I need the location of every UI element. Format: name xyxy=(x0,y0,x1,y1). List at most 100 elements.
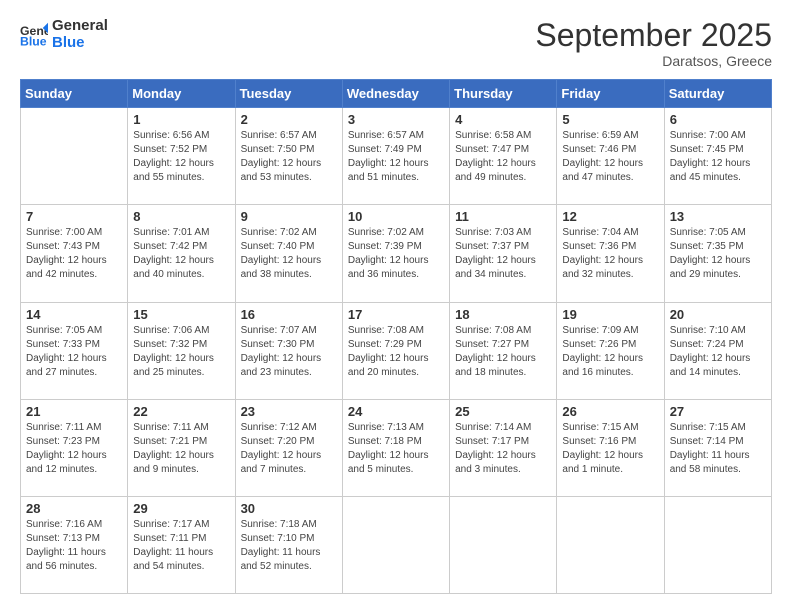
day-number: 8 xyxy=(133,209,229,224)
day-info: Sunrise: 7:04 AM Sunset: 7:36 PM Dayligh… xyxy=(562,226,658,282)
weekday-header-thursday: Thursday xyxy=(450,80,557,108)
day-number: 27 xyxy=(670,404,766,419)
calendar-cell: 22 Sunrise: 7:11 AM Sunset: 7:21 PM Dayli… xyxy=(128,399,235,496)
weekday-header-wednesday: Wednesday xyxy=(342,80,449,108)
calendar-cell: 17 Sunrise: 7:08 AM Sunset: 7:29 PM Dayli… xyxy=(342,302,449,399)
day-number: 7 xyxy=(26,209,122,224)
calendar-cell: 27 Sunrise: 7:15 AM Sunset: 7:14 PM Dayli… xyxy=(664,399,771,496)
day-info: Sunrise: 6:57 AM Sunset: 7:49 PM Dayligh… xyxy=(348,129,444,185)
calendar-cell: 1 Sunrise: 6:56 AM Sunset: 7:52 PM Daylig… xyxy=(128,108,235,205)
calendar-cell: 23Sunrise: 7:12 AM Sunset: 7:20 PM Dayli… xyxy=(235,399,342,496)
day-info: Sunrise: 7:09 AM Sunset: 7:26 PM Dayligh… xyxy=(562,324,658,380)
weekday-header-monday: Monday xyxy=(128,80,235,108)
day-number: 24 xyxy=(348,404,444,419)
calendar-cell: 7 Sunrise: 7:00 AM Sunset: 7:43 PM Daylig… xyxy=(21,205,128,302)
day-info: Sunrise: 7:05 AM Sunset: 7:35 PM Dayligh… xyxy=(670,226,766,282)
calendar-cell: 20Sunrise: 7:10 AM Sunset: 7:24 PM Dayli… xyxy=(664,302,771,399)
calendar-cell: 5Sunrise: 6:59 AM Sunset: 7:46 PM Daylig… xyxy=(557,108,664,205)
weekday-header-saturday: Saturday xyxy=(664,80,771,108)
location: Daratsos, Greece xyxy=(535,53,772,69)
calendar-cell: 11 Sunrise: 7:03 AM Sunset: 7:37 PM Dayli… xyxy=(450,205,557,302)
day-info: Sunrise: 7:06 AM Sunset: 7:32 PM Dayligh… xyxy=(133,324,229,380)
calendar-cell: 24 Sunrise: 7:13 AM Sunset: 7:18 PM Dayli… xyxy=(342,399,449,496)
week-row-5: 28 Sunrise: 7:16 AM Sunset: 7:13 PM Dayli… xyxy=(21,496,772,593)
calendar-cell: 12 Sunrise: 7:04 AM Sunset: 7:36 PM Dayli… xyxy=(557,205,664,302)
calendar-cell: 19Sunrise: 7:09 AM Sunset: 7:26 PM Dayli… xyxy=(557,302,664,399)
day-number: 28 xyxy=(26,501,122,516)
day-number: 26 xyxy=(562,404,658,419)
day-info: Sunrise: 7:08 AM Sunset: 7:27 PM Dayligh… xyxy=(455,324,551,380)
day-info: Sunrise: 7:00 AM Sunset: 7:45 PM Dayligh… xyxy=(670,129,766,185)
calendar-cell xyxy=(664,496,771,593)
day-info: Sunrise: 6:56 AM Sunset: 7:52 PM Dayligh… xyxy=(133,129,229,185)
day-info: Sunrise: 7:13 AM Sunset: 7:18 PM Dayligh… xyxy=(348,421,444,477)
weekday-header-tuesday: Tuesday xyxy=(235,80,342,108)
day-number: 6 xyxy=(670,112,766,127)
logo-icon: General Blue xyxy=(20,21,48,49)
calendar-cell: 2Sunrise: 6:57 AM Sunset: 7:50 PM Daylig… xyxy=(235,108,342,205)
calendar-table: SundayMondayTuesdayWednesdayThursdayFrid… xyxy=(20,79,772,594)
calendar-cell xyxy=(450,496,557,593)
day-info: Sunrise: 7:08 AM Sunset: 7:29 PM Dayligh… xyxy=(348,324,444,380)
day-number: 9 xyxy=(241,209,337,224)
day-number: 13 xyxy=(670,209,766,224)
day-number: 20 xyxy=(670,307,766,322)
week-row-2: 7 Sunrise: 7:00 AM Sunset: 7:43 PM Daylig… xyxy=(21,205,772,302)
calendar-cell: 13 Sunrise: 7:05 AM Sunset: 7:35 PM Dayli… xyxy=(664,205,771,302)
calendar-cell: 25 Sunrise: 7:14 AM Sunset: 7:17 PM Dayli… xyxy=(450,399,557,496)
day-info: Sunrise: 7:15 AM Sunset: 7:14 PM Dayligh… xyxy=(670,421,766,477)
calendar-cell: 8Sunrise: 7:01 AM Sunset: 7:42 PM Daylig… xyxy=(128,205,235,302)
calendar-cell: 15 Sunrise: 7:06 AM Sunset: 7:32 PM Dayli… xyxy=(128,302,235,399)
weekday-header-friday: Friday xyxy=(557,80,664,108)
header: General Blue General Blue September 2025… xyxy=(20,18,772,69)
title-block: September 2025 Daratsos, Greece xyxy=(535,18,772,69)
week-row-4: 21 Sunrise: 7:11 AM Sunset: 7:23 PM Dayli… xyxy=(21,399,772,496)
day-info: Sunrise: 7:00 AM Sunset: 7:43 PM Dayligh… xyxy=(26,226,122,282)
day-number: 18 xyxy=(455,307,551,322)
weekday-header-sunday: Sunday xyxy=(21,80,128,108)
day-info: Sunrise: 7:17 AM Sunset: 7:11 PM Dayligh… xyxy=(133,518,229,574)
calendar-cell: 18 Sunrise: 7:08 AM Sunset: 7:27 PM Dayli… xyxy=(450,302,557,399)
day-info: Sunrise: 6:58 AM Sunset: 7:47 PM Dayligh… xyxy=(455,129,551,185)
day-info: Sunrise: 7:18 AM Sunset: 7:10 PM Dayligh… xyxy=(241,518,337,574)
day-info: Sunrise: 7:11 AM Sunset: 7:23 PM Dayligh… xyxy=(26,421,122,477)
day-info: Sunrise: 7:15 AM Sunset: 7:16 PM Dayligh… xyxy=(562,421,658,477)
calendar-cell: 6 Sunrise: 7:00 AM Sunset: 7:45 PM Daylig… xyxy=(664,108,771,205)
day-number: 11 xyxy=(455,209,551,224)
svg-text:Blue: Blue xyxy=(20,34,47,48)
calendar-cell xyxy=(557,496,664,593)
calendar-cell: 3 Sunrise: 6:57 AM Sunset: 7:49 PM Daylig… xyxy=(342,108,449,205)
calendar-cell: 16Sunrise: 7:07 AM Sunset: 7:30 PM Dayli… xyxy=(235,302,342,399)
calendar-cell: 26 Sunrise: 7:15 AM Sunset: 7:16 PM Dayli… xyxy=(557,399,664,496)
calendar-cell: 30 Sunrise: 7:18 AM Sunset: 7:10 PM Dayli… xyxy=(235,496,342,593)
day-number: 22 xyxy=(133,404,229,419)
day-number: 16 xyxy=(241,307,337,322)
day-info: Sunrise: 7:11 AM Sunset: 7:21 PM Dayligh… xyxy=(133,421,229,477)
calendar-cell: 10Sunrise: 7:02 AM Sunset: 7:39 PM Dayli… xyxy=(342,205,449,302)
logo-blue: Blue xyxy=(52,35,108,52)
calendar-cell: 29Sunrise: 7:17 AM Sunset: 7:11 PM Dayli… xyxy=(128,496,235,593)
day-info: Sunrise: 7:16 AM Sunset: 7:13 PM Dayligh… xyxy=(26,518,122,574)
calendar-cell: 21 Sunrise: 7:11 AM Sunset: 7:23 PM Dayli… xyxy=(21,399,128,496)
calendar-cell xyxy=(342,496,449,593)
weekday-header-row: SundayMondayTuesdayWednesdayThursdayFrid… xyxy=(21,80,772,108)
day-number: 2 xyxy=(241,112,337,127)
week-row-1: 1 Sunrise: 6:56 AM Sunset: 7:52 PM Daylig… xyxy=(21,108,772,205)
day-info: Sunrise: 7:02 AM Sunset: 7:40 PM Dayligh… xyxy=(241,226,337,282)
day-info: Sunrise: 7:02 AM Sunset: 7:39 PM Dayligh… xyxy=(348,226,444,282)
day-number: 17 xyxy=(348,307,444,322)
day-number: 4 xyxy=(455,112,551,127)
day-info: Sunrise: 7:14 AM Sunset: 7:17 PM Dayligh… xyxy=(455,421,551,477)
day-number: 30 xyxy=(241,501,337,516)
day-info: Sunrise: 7:12 AM Sunset: 7:20 PM Dayligh… xyxy=(241,421,337,477)
day-number: 12 xyxy=(562,209,658,224)
logo-general: General xyxy=(52,18,108,35)
day-number: 3 xyxy=(348,112,444,127)
day-number: 15 xyxy=(133,307,229,322)
day-number: 1 xyxy=(133,112,229,127)
day-info: Sunrise: 7:03 AM Sunset: 7:37 PM Dayligh… xyxy=(455,226,551,282)
day-number: 21 xyxy=(26,404,122,419)
logo: General Blue General Blue xyxy=(20,18,108,51)
day-number: 14 xyxy=(26,307,122,322)
day-number: 25 xyxy=(455,404,551,419)
